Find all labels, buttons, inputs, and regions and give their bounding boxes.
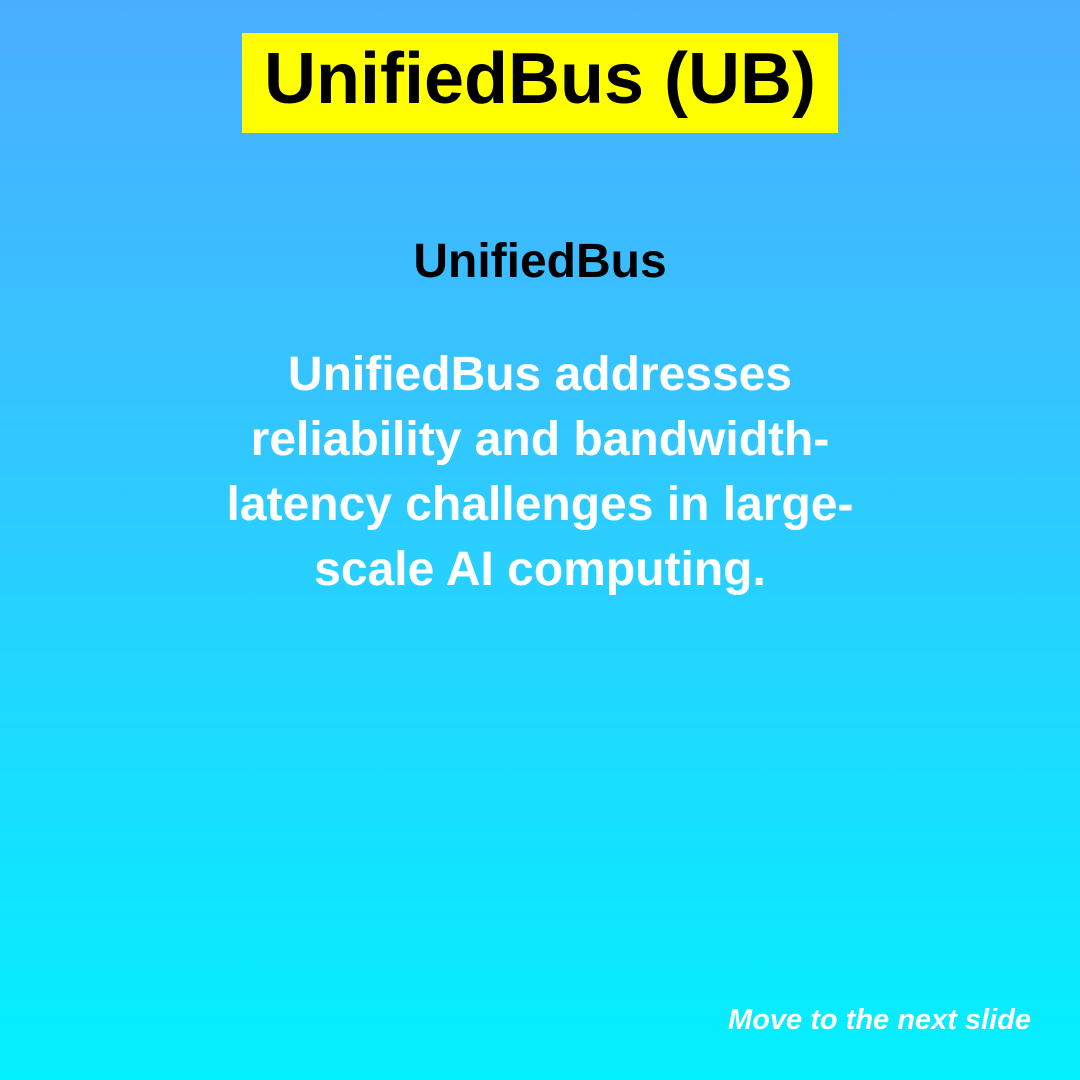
slide-title: UnifiedBus (UB) bbox=[242, 33, 838, 133]
title-container: UnifiedBus (UB) bbox=[0, 33, 1080, 133]
slide: UnifiedBus (UB) UnifiedBus UnifiedBus ad… bbox=[0, 0, 1080, 1080]
slide-body-text: UnifiedBus addresses reliability and ban… bbox=[226, 348, 854, 596]
slide-subtitle: UnifiedBus bbox=[413, 235, 667, 288]
next-slide-link[interactable]: Move to the next slide bbox=[728, 1002, 1031, 1038]
